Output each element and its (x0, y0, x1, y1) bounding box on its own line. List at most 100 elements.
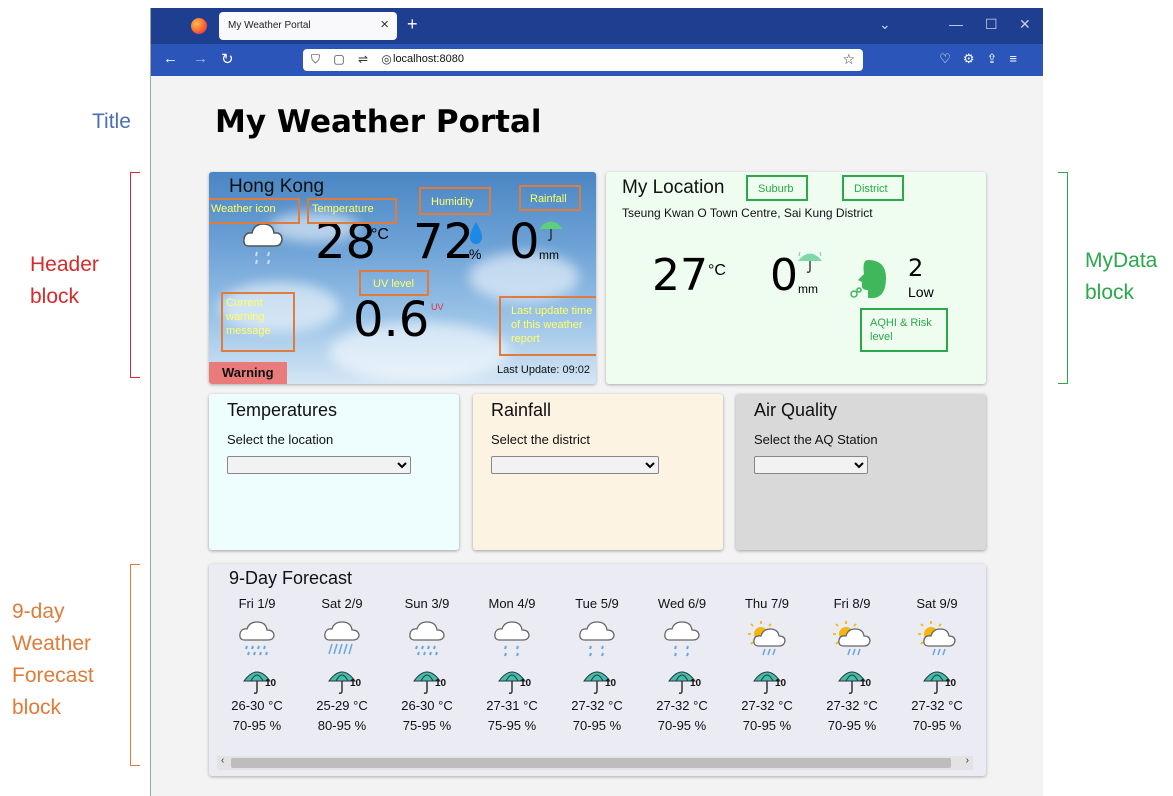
page-title: My Weather Portal (215, 104, 542, 140)
forecast-date: Thu 7/9 (744, 596, 790, 611)
annotation-header-block: Header block (30, 249, 99, 313)
forecast-temperature: 27-31 °C (486, 698, 538, 713)
forecast-humidity: 70-95 % (572, 718, 622, 733)
uv-value: 0.6 (353, 292, 430, 348)
close-window-button[interactable]: ✕ (1019, 16, 1031, 33)
chevron-down-icon[interactable]: ⌄ (879, 16, 891, 33)
annotation-line: block (12, 696, 62, 719)
rainfall-label: Select the district (491, 432, 590, 447)
temperatures-label: Select the location (227, 432, 334, 447)
bookmark-star-icon[interactable]: ☆ (842, 51, 855, 68)
forecast-temperature: 27-32 °C (656, 698, 708, 713)
header-weather-card: Hong Kong 28 °C 72 % 0 mm 0.6 UV Warning… (209, 172, 596, 384)
forecast-day: Sat 2/9 10 25-29 °C 80-95 % (300, 596, 384, 733)
reload-button[interactable]: ↻ (221, 50, 234, 68)
forecast-day: Thu 7/9 10 27-32 °C 70-95 % (725, 596, 809, 733)
forecast-date: Wed 6/9 (657, 596, 707, 611)
forecast-brace (130, 564, 140, 766)
annotation-forecast-block: 9-day Weather Forecast block (12, 596, 94, 724)
scroll-right-icon[interactable]: › (966, 755, 969, 766)
location-temperature-value: 27 (652, 250, 708, 301)
toolbar-icons[interactable]: ♡⚙⇪≡ (939, 51, 1029, 67)
umbrella-value: 10 (775, 678, 787, 689)
url-text: localhost:8080 (393, 53, 464, 65)
forecast-day: Tue 5/9 10 27-32 °C 70-95 % (555, 596, 639, 733)
scroll-left-icon[interactable]: ‹ (221, 755, 224, 766)
air-quality-title: Air Quality (754, 400, 838, 420)
last-update-time: Last Update: 09:02 (497, 364, 590, 376)
my-location-card: My Location Suburb District Tseung Kwan … (606, 172, 986, 384)
light-rain-icon (494, 621, 530, 657)
annotation-current-warning: Current warning message (221, 292, 295, 352)
forecast-humidity: 70-95 % (742, 718, 792, 733)
forecast-temperature: 27-32 °C (911, 698, 963, 713)
city-name: Hong Kong (229, 176, 325, 197)
forecast-humidity: 70-95 % (827, 718, 877, 733)
umbrella-value: 10 (690, 678, 702, 689)
rain-showers-icon (239, 621, 275, 656)
uv-unit: UV (431, 302, 444, 312)
forecast-day: Sun 3/9 10 26-30 °C 75-95 % (385, 596, 469, 733)
annotation-line: Weather (12, 632, 91, 655)
annotation-suburb: Suburb (746, 175, 808, 201)
annotation-temperature: Temperature (307, 198, 397, 224)
humidity-drop-icon (469, 222, 483, 244)
temperature-unit: °C (371, 226, 389, 243)
mydata-brace (1058, 172, 1068, 384)
tab-title: My Weather Portal (228, 20, 311, 31)
forecast-date: Sat 2/9 (321, 596, 363, 611)
light-rain-icon (579, 621, 615, 657)
horizontal-scrollbar[interactable]: ‹ › (217, 755, 973, 770)
annotation-last-update: Last update time of this weather report (499, 296, 596, 356)
aq-station-select[interactable] (754, 456, 868, 474)
location-rainfall-unit: mm (798, 282, 818, 296)
temperature-location-select[interactable] (227, 456, 411, 474)
forecast-day: Fri 8/9 10 27-32 °C 70-95 % (810, 596, 894, 733)
annotation-line: Header (30, 253, 99, 276)
tab-active[interactable]: My Weather Portal × (219, 12, 397, 40)
forward-button[interactable]: → (193, 50, 208, 67)
back-button[interactable]: ← (163, 50, 178, 67)
umbrella-value: 10 (860, 678, 872, 689)
forecast-humidity: 70-95 % (912, 718, 962, 733)
forecast-temperature: 27-32 °C (741, 698, 793, 713)
scrollbar-thumb[interactable] (231, 758, 951, 768)
annotation-aqhi: AQHI & Risk level (860, 308, 948, 352)
temperatures-title: Temperatures (227, 400, 338, 420)
humidity-unit: % (469, 246, 482, 262)
forecast-date: Tue 5/9 (575, 596, 619, 611)
forecast-date: Fri 8/9 (833, 596, 871, 611)
close-tab-icon[interactable]: × (380, 16, 389, 33)
umbrella-value: 10 (605, 678, 617, 689)
page-content: My Weather Portal Hong Kong 28 °C 72 % 0… (151, 76, 1043, 796)
forecast-humidity: 80-95 % (317, 718, 367, 733)
warning-tab[interactable]: Warning (209, 362, 287, 384)
annotation-line: block (1085, 281, 1135, 304)
annotation-uv-level: UV level (359, 270, 429, 296)
location-address: Tseung Kwan O Town Centre, Sai Kung Dist… (622, 206, 873, 220)
umbrella-value: 10 (945, 678, 957, 689)
new-tab-button[interactable]: + (407, 14, 418, 35)
location-title: My Location (622, 177, 725, 198)
forecast-title: 9-Day Forecast (229, 568, 353, 588)
forecast-temperature: 26-30 °C (401, 698, 453, 713)
forecast-humidity: 75-95 % (487, 718, 537, 733)
rainfall-district-select[interactable] (491, 456, 659, 474)
umbrella-value: 10 (350, 678, 362, 689)
forecast-temperature: 27-32 °C (826, 698, 878, 713)
browser-window: My Weather Portal × + ⌄ — ☐ ✕ ← → ↻ ⛉ ▢ … (150, 8, 1043, 796)
url-bar[interactable]: ⛉ ▢ ⇌ ◎ localhost:8080 ☆ (303, 49, 863, 71)
forecast-day: Wed 6/9 10 27-32 °C 70-95 % (640, 596, 724, 733)
maximize-button[interactable]: ☐ (985, 16, 998, 33)
navigation-bar: ← → ↻ ⛉ ▢ ⇌ ◎ localhost:8080 ☆ ♡⚙⇪≡ (151, 44, 1043, 76)
forecast-card: 9-Day Forecast Fri 1/9 10 26-30 °C 70-95 % S… (209, 564, 986, 776)
annotation-title: Title (92, 110, 131, 133)
annotation-rainfall: Rainfall (519, 185, 581, 211)
forecast-date: Fri 1/9 (238, 596, 276, 611)
forecast-humidity: 75-95 % (402, 718, 452, 733)
cloudy-rain-icon (243, 223, 283, 265)
forecast-day: Sat 9/9 10 27-32 °C 70-95 % (895, 596, 979, 733)
minimize-button[interactable]: — (949, 16, 963, 32)
forecast-temperature: 27-32 °C (571, 698, 623, 713)
shield-icon[interactable]: ⛉ ▢ ⇌ ◎ (311, 52, 397, 67)
